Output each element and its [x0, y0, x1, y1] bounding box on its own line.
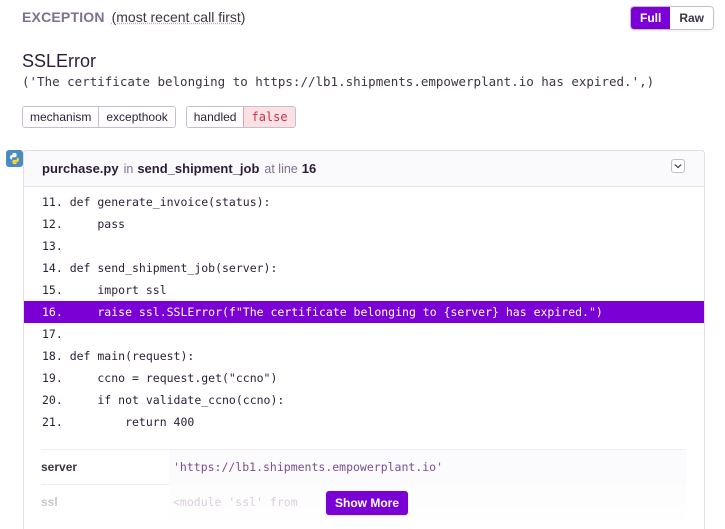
frame-line-number: 16 [301, 161, 317, 176]
frame-in-text: in [123, 161, 134, 176]
variable-key: ssl [41, 495, 58, 509]
frame-at-line-text: at line [264, 161, 298, 176]
code-line: 11. def generate_invoice(status): [42, 195, 271, 209]
code-line: 21. return 400 [42, 415, 195, 429]
view-toggle: Full Raw [630, 6, 715, 30]
variable-value: 'https://lb1.shipments.empowerplant.io' [169, 449, 686, 485]
code-line: 15. import ssl [42, 283, 167, 297]
handled-tag-value: false [243, 107, 295, 127]
frame-header[interactable]: purchase.py in send_shipment_job at line… [24, 151, 704, 187]
code-line: 12. pass [42, 217, 126, 231]
code-line: 14. def send_shipment_job(server): [42, 261, 278, 275]
stack-frame: purchase.py in send_shipment_job at line… [23, 150, 705, 529]
code-line: 13. [42, 239, 63, 253]
frame-toggle-button[interactable] [671, 159, 685, 173]
code-line: 20. if not validate_ccno(ccno): [42, 393, 285, 407]
exception-order-hint[interactable]: (most recent call first) [112, 9, 246, 25]
code-context: 11. def generate_invoice(status): 12. pa… [24, 191, 704, 433]
code-line: 17. [42, 327, 63, 341]
show-more-button[interactable]: Show More [326, 491, 409, 515]
exception-type: SSLError [22, 51, 97, 71]
exception-tags: mechanism excepthook handled false [22, 106, 296, 128]
mechanism-tag[interactable]: mechanism excepthook [22, 106, 176, 128]
exception-header: EXCEPTION (most recent call first) [22, 9, 245, 25]
chevron-down-icon [674, 164, 682, 169]
mechanism-tag-value: excepthook [99, 107, 175, 127]
frame-filename: purchase.py [42, 161, 119, 176]
exception-label: EXCEPTION [22, 9, 105, 25]
variable-row: server 'https://lb1.shipments.empowerpla… [41, 449, 686, 485]
raw-view-button[interactable]: Raw [670, 7, 714, 29]
handled-tag[interactable]: handled false [185, 106, 296, 128]
python-icon [6, 150, 23, 167]
handled-tag-key: handled [186, 107, 244, 127]
mechanism-tag-key: mechanism [23, 107, 100, 127]
exception-value: ('The certificate belonging to https://l… [22, 74, 655, 89]
variable-key: server [41, 460, 78, 474]
frame-function: send_shipment_job [137, 161, 260, 176]
variable-value: <module 'ssl' from [169, 484, 686, 520]
code-line: 18. def main(request): [42, 349, 195, 363]
code-line-active: 16. raise ssl.SSLError(f"The certificate… [24, 301, 704, 323]
full-view-button[interactable]: Full [631, 7, 671, 29]
code-line: 19. ccno = request.get("ccno") [42, 371, 278, 385]
